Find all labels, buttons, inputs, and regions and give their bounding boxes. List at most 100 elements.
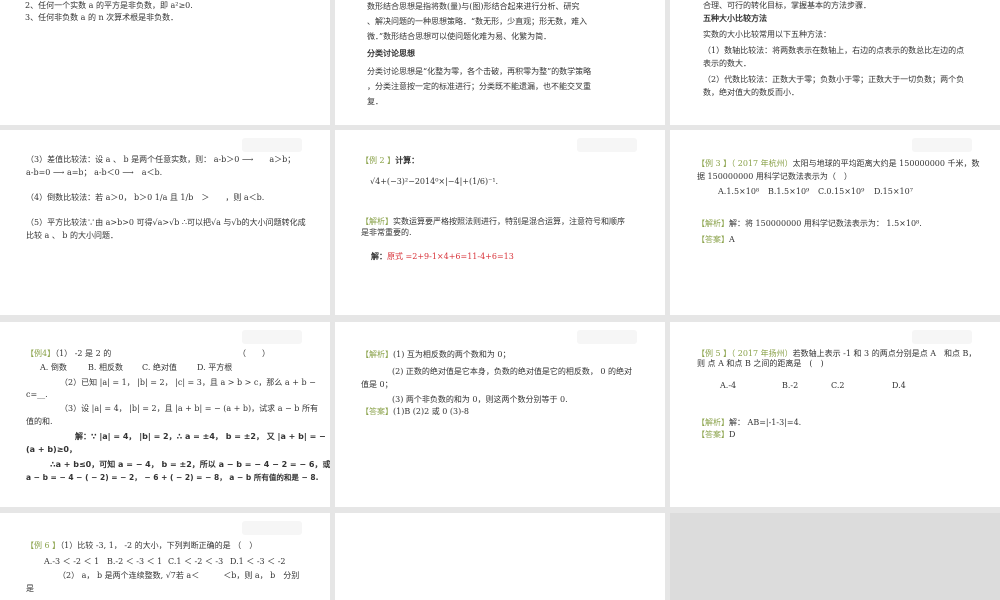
text: 计算： xyxy=(395,156,420,165)
text-line: 则 点 A 和点 B 之间的距离是 ( ) xyxy=(697,359,824,368)
slide-thumbnail-8[interactable]: 【解析】(1) 互为相反数的两个数和为 0； (2) 正数的绝对值是它本身，负数… xyxy=(335,322,665,507)
text-line: 数，绝对值大的数反而小． xyxy=(703,88,799,97)
analysis-line: 【解析】解：将 150000000 用科学记数法表示为： 1.5×10⁸. xyxy=(697,219,922,229)
option-d: D.4 xyxy=(892,381,906,390)
answer-line: 【答案】D xyxy=(697,430,735,440)
slide-thumbnail-11[interactable] xyxy=(335,513,665,600)
analysis-line: 【解析】实数运算要严格按照法则进行，特别是混合运算，注意符号和顺序 xyxy=(361,217,625,227)
text: （1）比较 -3, 1， -2 的大小，下列判断正确的是 （ ） xyxy=(60,541,258,550)
text-line: c=__. xyxy=(26,390,48,399)
text-line: (a + b)≥0， xyxy=(26,445,77,454)
option-a: A. 倒数 xyxy=(40,363,67,372)
example-tag: 【例 2 】 xyxy=(361,156,396,165)
analysis-tag: 【解析】 xyxy=(697,219,729,228)
section-heading: 五种大小比较方法 xyxy=(703,14,767,23)
option-c: C.0.15×10⁹ xyxy=(818,187,865,196)
answer-line: 【答案】(1)B (2)2 或 0 (3)-8 xyxy=(361,407,469,417)
text-line: 据 150000000 用科学记数法表示为（ ） xyxy=(697,172,852,181)
text: 若数轴上表示 -1 和 3 的两点分别是点 A 和点 B， xyxy=(792,349,977,358)
text-line: 表示的数大． xyxy=(703,59,751,68)
text: 解： xyxy=(371,252,387,261)
text: 太阳与地球的平均距离大约是 150000000 千米，数 xyxy=(792,159,980,168)
option-d: D.15×10⁷ xyxy=(874,187,913,196)
watermark xyxy=(577,330,637,344)
analysis-tag: 【解析】 xyxy=(697,418,729,427)
text-line: 是非常重要的. xyxy=(361,228,412,237)
answer-line: 【答案】A xyxy=(697,235,735,245)
source-tag: （ 2017 年杭州） xyxy=(731,159,793,168)
example-label: 【例4】（1） -2 是 2 的 xyxy=(26,349,111,359)
text-line: （4）倒数比较法：若 a＞0， b＞0 1/a 且 1/b ＞ ，则 a＜b. xyxy=(26,193,265,202)
watermark xyxy=(912,330,972,344)
text: (1)B (2)2 或 0 (3)-8 xyxy=(393,407,470,416)
option-c: C. 绝对值 xyxy=(142,363,177,372)
option-b: B.1.5×10⁹ xyxy=(768,187,810,196)
slide-thumbnail-2[interactable]: 数形结合思想是指将数(量)与(图)形结合起来进行分析、研究 、解决问题的一种思想… xyxy=(335,0,665,125)
text-line: 复． xyxy=(367,97,383,106)
text: （1） -2 是 2 的 xyxy=(55,349,112,358)
math-expression: √4+(−3)²−2014⁰×|−4|+(1/6)⁻¹. xyxy=(370,177,499,186)
answer-tag: 【答案】 xyxy=(361,407,393,416)
solution-line: 解：原式 =2+9-1×4+6=11-4+6=13 xyxy=(371,252,514,262)
source-tag: （ 2017 年扬州） xyxy=(731,349,793,358)
text-line: 实数的大小比较常用以下五种方法： xyxy=(703,30,831,39)
option-d: D. 平方根 xyxy=(197,363,233,372)
analysis-tag: 【解析】 xyxy=(361,350,393,359)
analysis-line: 【解析】解： AB=|-1-3|=4. xyxy=(697,418,801,428)
text-line: 、解决问题的一种思想策略．“数无形，少直观；形无数，难入 xyxy=(367,17,588,26)
slide-thumbnail-10[interactable]: 【例 6 】（1）比较 -3, 1， -2 的大小，下列判断正确的是 （ ） A… xyxy=(0,513,330,600)
example-tag: 【例 3 】 xyxy=(697,159,732,168)
answer-tag: 【答案】 xyxy=(697,235,729,244)
slide-thumbnail-1[interactable]: 2、任何一个实数 a 的平方是非负数，即 a²≥0. 3、任何非负数 a 的 n… xyxy=(0,0,330,125)
text-line: a − b = − 4 − ( − 2) = − 2， − 6 + ( − 2)… xyxy=(26,473,319,482)
watermark xyxy=(242,330,302,344)
watermark xyxy=(577,138,637,152)
analysis-line: 【解析】(1) 互为相反数的两个数和为 0； xyxy=(361,350,511,360)
slide-thumbnail-5[interactable]: 【例 2 】计算： √4+(−3)²−2014⁰×|−4|+(1/6)⁻¹. 【… xyxy=(335,130,665,315)
text: 实数运算要严格按照法则进行，特别是混合运算，注意符号和顺序 xyxy=(393,217,625,226)
option-c: C.2 xyxy=(831,381,845,390)
example-tag: 【例 6 】 xyxy=(26,541,61,550)
text-line: 比较 a 、 b 的大小问题． xyxy=(26,231,119,240)
example-tag: 【例 5 】 xyxy=(697,349,732,358)
text-line: 3、任何非负数 a 的 n 次算术根是非负数． xyxy=(25,13,179,22)
text-line: 微．”数形结合思想可以使问题化难为易、化繁为简． xyxy=(367,32,552,41)
example-label: 【例 6 】（1）比较 -3, 1， -2 的大小，下列判断正确的是 （ ） xyxy=(26,541,257,551)
text-line: （2）代数比较法：正数大于零；负数小于零；正数大于一切负数；两个负 xyxy=(703,75,965,84)
option-b: B. 相反数 xyxy=(88,363,123,372)
slide-thumbnail-9[interactable]: 【例 5 】（ 2017 年扬州）若数轴上表示 -1 和 3 的两点分别是点 A… xyxy=(670,322,1000,507)
answer-text: 原式 =2+9-1×4+6=11-4+6=13 xyxy=(387,252,514,261)
option-a: A.-4 xyxy=(720,381,737,390)
option-a: A.1.5×10⁸ xyxy=(718,187,760,196)
text-line: （2） a， b 是两个连续整数, √7若 a＜ ＜b，则 a， b 分别 xyxy=(58,571,300,580)
text-line: （3）设 |a| = 4， |b| = 2，且 |a + b| = − (a +… xyxy=(60,404,318,413)
section-heading: 分类讨论思想 xyxy=(367,49,415,58)
slide-thumbnail-4[interactable]: （3）差值比较法：设 a 、 b 是两个任意实数，则： a-b＞0 ⟶ a＞b；… xyxy=(0,130,330,315)
slide-thumbnail-3[interactable]: 合理、可行的转化目标，掌握基本的方法步骤． 五种大小比较方法 实数的大小比较常用… xyxy=(670,0,1000,125)
text-line: 分类讨论思想是“化整为零，各个击破，再积零为整”的数学策略 xyxy=(367,67,592,76)
text-line: (2) 正数的绝对值是它本身，负数的绝对值是它的相反数， 0 的绝对 xyxy=(392,367,633,376)
watermark xyxy=(242,138,302,152)
text: A xyxy=(729,235,735,244)
text-line: （3）差值比较法：设 a 、 b 是两个任意实数，则： a-b＞0 ⟶ a＞b； xyxy=(26,155,296,164)
text-line: 值是 0； xyxy=(361,380,393,389)
slide-thumbnail-7[interactable]: 【例4】（1） -2 是 2 的 （ ） A. 倒数 B. 相反数 C. 绝对值… xyxy=(0,322,330,507)
analysis-tag: 【解析】 xyxy=(361,217,393,226)
empty-area xyxy=(670,513,1000,600)
text: (1) 互为相反数的两个数和为 0； xyxy=(393,350,511,359)
text-line: ，分类注意按一定的标准进行；分类既不能遗漏，也不能交叉重 xyxy=(367,82,591,91)
text-line: 2、任何一个实数 a 的平方是非负数，即 a²≥0. xyxy=(25,1,193,10)
text-line: (3) 两个非负数的和为 0，则这两个数分别等于 0. xyxy=(392,395,568,404)
example-label: 【例 3 】（ 2017 年杭州）太阳与地球的平均距离大约是 150000000… xyxy=(697,159,980,169)
option-c: C.1 ＜ -2 ＜ -3 xyxy=(168,557,224,566)
example-tag: 【例4】 xyxy=(26,349,56,358)
option-b: B.-2 xyxy=(782,381,799,390)
answer-tag: 【答案】 xyxy=(697,430,729,439)
text-line: （1）数轴比较法：将两数表示在数轴上，右边的点表示的数总比左边的点 xyxy=(703,46,965,55)
watermark xyxy=(912,138,972,152)
text-line: 合理、可行的转化目标，掌握基本的方法步骤． xyxy=(703,1,871,10)
slide-thumbnail-6[interactable]: 【例 3 】（ 2017 年杭州）太阳与地球的平均距离大约是 150000000… xyxy=(670,130,1000,315)
text-line: 数形结合思想是指将数(量)与(图)形结合起来进行分析、研究 xyxy=(367,2,580,11)
text: D xyxy=(729,430,736,439)
option-d: D.1 ＜ -3 ＜ -2 xyxy=(230,557,286,566)
